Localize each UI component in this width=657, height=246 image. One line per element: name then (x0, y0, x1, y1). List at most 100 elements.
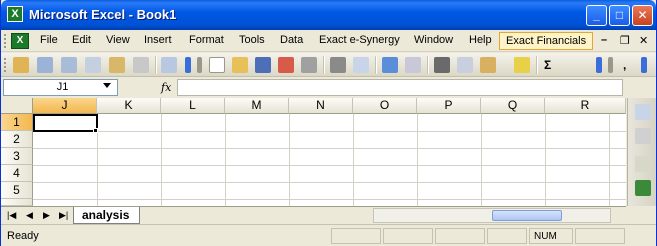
status-panel-empty-5 (575, 228, 625, 244)
select-all-corner[interactable] (1, 98, 33, 114)
worksheet-grid[interactable]: J K L M N O P Q R 1 2 3 4 5 (1, 98, 626, 206)
row-header-partial[interactable] (1, 199, 33, 206)
column-header-p[interactable]: P (417, 98, 481, 114)
column-header-l[interactable]: L (161, 98, 225, 114)
menu-file[interactable]: File (40, 34, 58, 46)
name-box-dropdown-icon[interactable] (103, 83, 111, 88)
minimize-button[interactable]: _ (586, 5, 607, 26)
remove-icon[interactable] (133, 57, 149, 73)
refresh-icon[interactable] (161, 57, 177, 73)
num-lock-indicator: NUM (529, 228, 573, 244)
link-icon[interactable] (109, 57, 125, 73)
folder-icon[interactable] (13, 57, 29, 73)
next-sheet-button[interactable]: ▶ (43, 210, 50, 221)
spelling-icon[interactable] (382, 57, 398, 73)
format-painter-icon[interactable] (514, 57, 530, 73)
autosum-dropdown-icon[interactable] (563, 57, 571, 73)
sync-icon[interactable] (61, 57, 77, 73)
doc-minimize-button[interactable]: – (601, 34, 607, 46)
research-icon[interactable] (405, 57, 421, 73)
toolbar-overflow-icon-3[interactable] (641, 57, 647, 73)
menu-data[interactable]: Data (280, 34, 303, 46)
open-icon[interactable] (232, 57, 248, 73)
new-document-icon[interactable] (209, 57, 225, 73)
row-header-4[interactable]: 4 (1, 165, 33, 182)
menu-edit[interactable]: Edit (72, 34, 91, 46)
grid-line (417, 114, 418, 206)
toolbar-separator (323, 56, 325, 74)
menu-exact-financials[interactable]: Exact Financials (499, 32, 594, 50)
row-header-5[interactable]: 5 (1, 182, 33, 199)
list-icon[interactable] (85, 57, 101, 73)
doc-restore-button[interactable]: ❐ (620, 34, 630, 47)
column-header-m[interactable]: M (225, 98, 289, 114)
status-panel-empty-3 (435, 228, 485, 244)
grid-line (33, 199, 626, 200)
last-sheet-button[interactable]: ▶| (59, 210, 68, 221)
active-cell-j1[interactable] (33, 114, 98, 132)
autosum-icon[interactable]: Σ (544, 58, 551, 72)
save-icon[interactable] (255, 57, 271, 73)
toolbar-separator (536, 56, 538, 74)
column-header-r[interactable]: R (545, 98, 626, 114)
row-header-3[interactable]: 3 (1, 148, 33, 165)
cut-icon[interactable] (434, 57, 450, 73)
publish-icon[interactable] (37, 57, 53, 73)
formula-input[interactable] (177, 79, 623, 96)
formula-bar: J1 fx (1, 78, 656, 98)
sheet-tab-analysis[interactable]: analysis (73, 207, 141, 224)
previous-sheet-button[interactable]: ◀ (26, 210, 33, 221)
column-header-o[interactable]: O (353, 98, 417, 114)
menu-format[interactable]: Format (189, 34, 224, 46)
column-header-n[interactable]: N (289, 98, 353, 114)
horizontal-scrollbar[interactable] (373, 208, 611, 223)
print-preview-icon[interactable] (353, 57, 369, 73)
first-sheet-button[interactable]: |◀ (7, 210, 16, 221)
task-pane-strip (627, 98, 656, 206)
toolbar-separator (155, 56, 157, 74)
toolbar-overflow-icon[interactable] (185, 57, 191, 73)
status-panel-empty-2 (383, 228, 433, 244)
excel-app-icon[interactable]: X (7, 6, 23, 22)
menu-tools[interactable]: Tools (239, 34, 265, 46)
email-icon[interactable] (301, 57, 317, 73)
comma-style-icon[interactable]: , (623, 58, 626, 72)
help-pane-icon[interactable] (635, 156, 651, 172)
menu-insert[interactable]: Insert (144, 34, 172, 46)
insert-function-icon[interactable]: fx (161, 81, 171, 94)
copy-icon[interactable] (457, 57, 473, 73)
horizontal-scroll-thumb[interactable] (492, 210, 562, 221)
workbook-icon[interactable]: X (11, 33, 29, 49)
research-pane-icon[interactable] (635, 104, 651, 120)
clipboard-pane-icon[interactable] (635, 128, 651, 144)
paste-dropdown-icon[interactable] (499, 57, 505, 73)
excel-pane-icon[interactable] (635, 180, 651, 196)
paste-icon[interactable] (480, 57, 496, 73)
permission-icon[interactable] (278, 57, 294, 73)
menu-exact-e-synergy[interactable]: Exact e-Synergy (319, 34, 400, 46)
row-header-2[interactable]: 2 (1, 131, 33, 148)
row-header-1[interactable]: 1 (1, 114, 33, 131)
menu-grip-handle[interactable] (4, 34, 7, 48)
print-icon[interactable] (330, 57, 346, 73)
menu-view[interactable]: View (106, 34, 130, 46)
doc-close-button[interactable]: ✕ (639, 34, 648, 47)
title-bar[interactable]: X Microsoft Excel - Book1 _ □ ✕ (1, 0, 656, 30)
toolbar-grip-icon[interactable] (197, 57, 202, 73)
toolbar-separator (375, 56, 377, 74)
maximize-button[interactable]: □ (609, 5, 630, 26)
status-bar: Ready NUM (1, 224, 656, 246)
sheet-tab-bar: |◀ ◀ ▶ ▶| analysis (1, 206, 626, 224)
fill-handle[interactable] (93, 128, 98, 133)
close-button[interactable]: ✕ (632, 5, 653, 26)
toolbar-overflow-icon-2[interactable] (596, 57, 602, 73)
menu-help[interactable]: Help (469, 34, 492, 46)
toolbar-grip-icon-2[interactable] (608, 57, 613, 73)
menu-window[interactable]: Window (414, 34, 453, 46)
column-header-k[interactable]: K (97, 98, 161, 114)
grid-line (33, 182, 626, 183)
column-header-q[interactable]: Q (481, 98, 545, 114)
name-box[interactable]: J1 (3, 79, 118, 96)
column-header-j[interactable]: J (33, 98, 97, 114)
toolbar-grip-handle[interactable] (4, 58, 7, 72)
